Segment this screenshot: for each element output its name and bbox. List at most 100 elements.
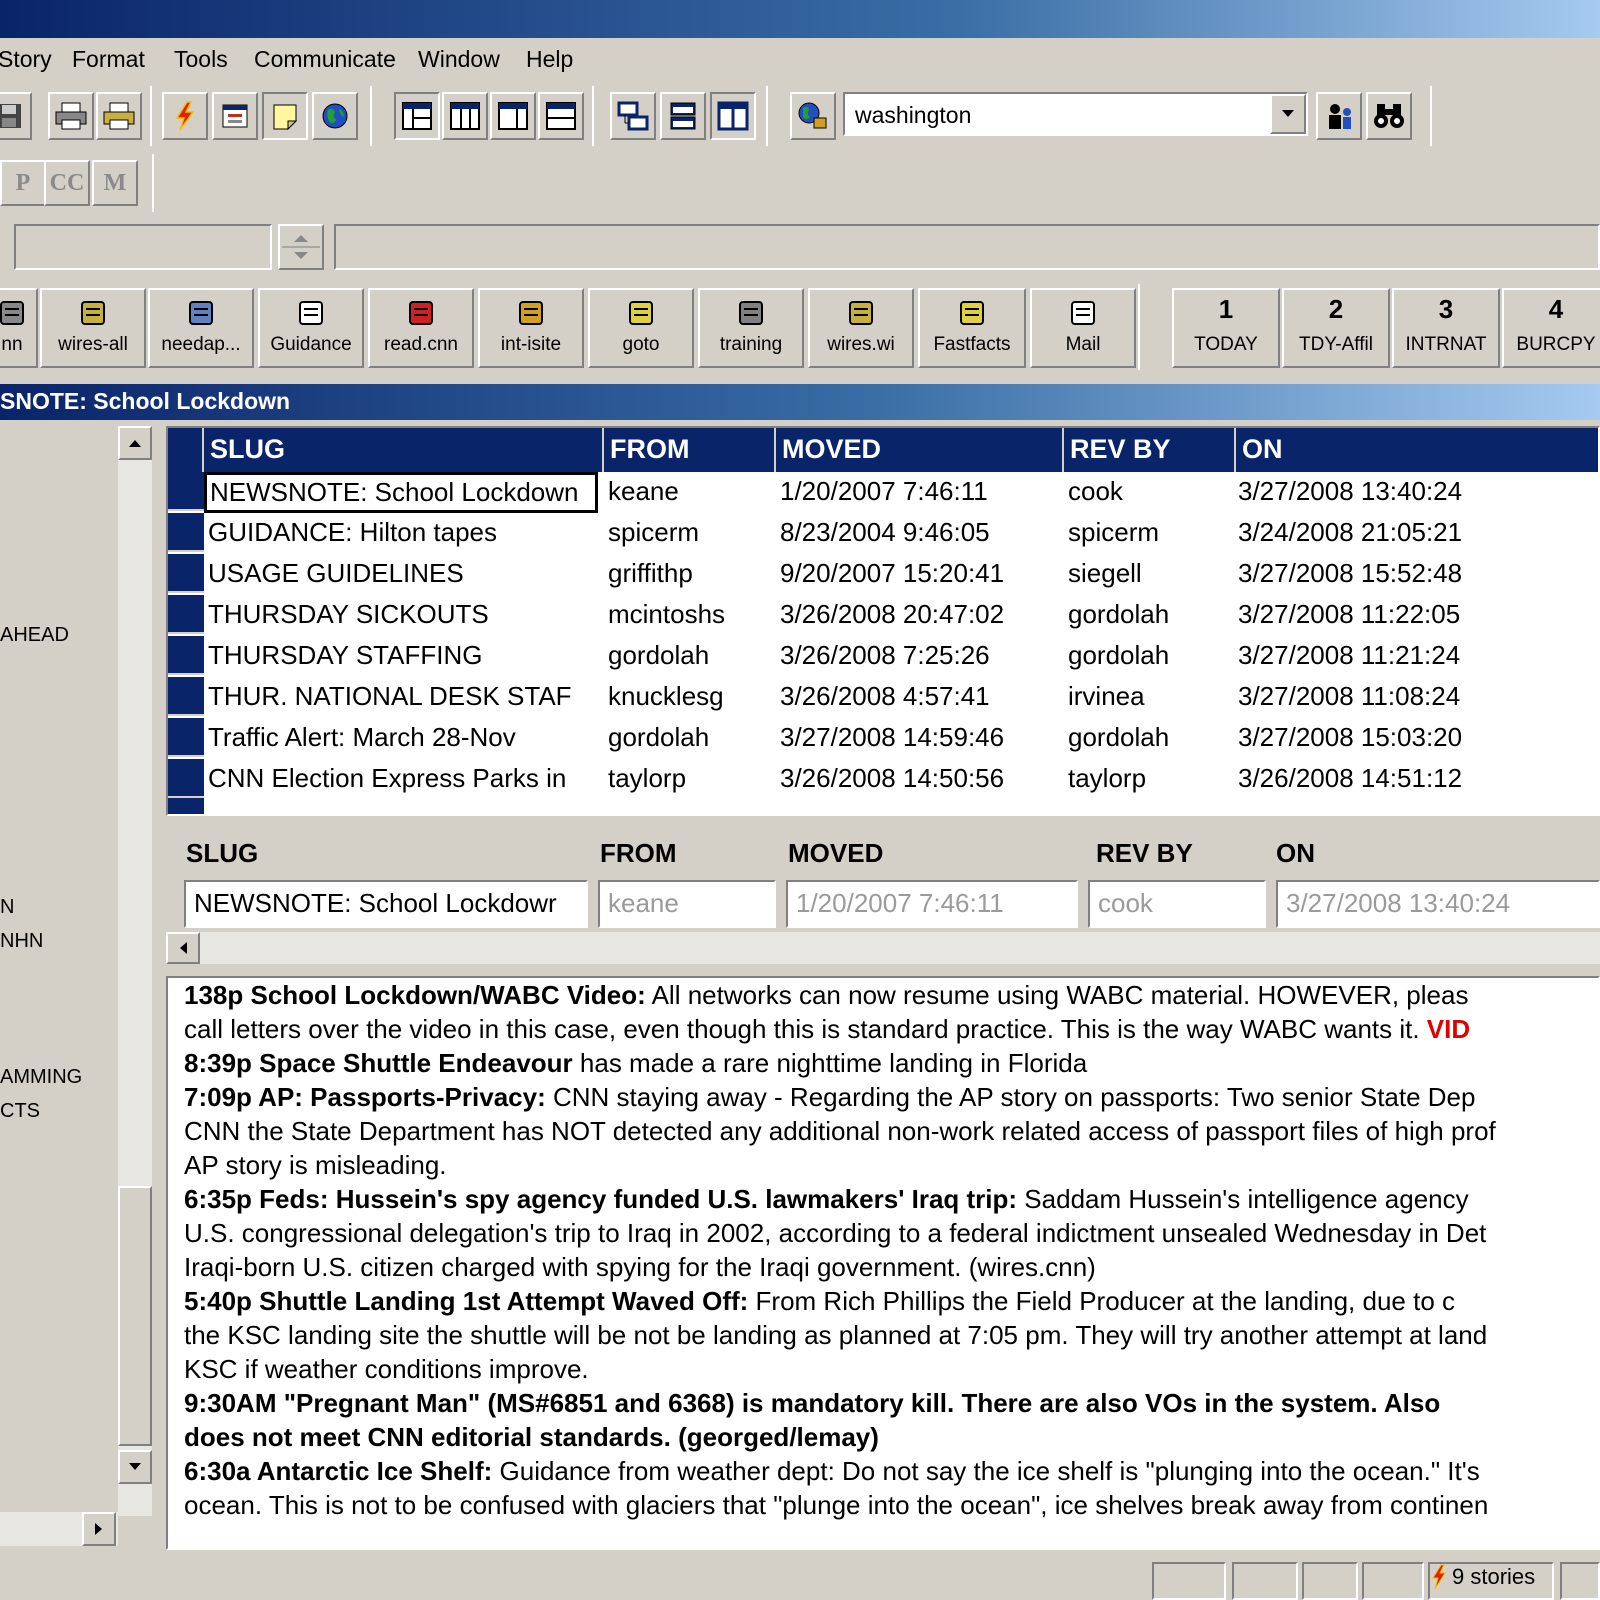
quick-button[interactable]: Guidance [258, 288, 364, 368]
table-row[interactable]: THURSDAY SICKOUTS mcintoshs 3/26/2008 20:4… [168, 595, 1598, 636]
position-field[interactable] [14, 224, 272, 270]
notes-button[interactable] [262, 92, 308, 140]
find-button[interactable] [1366, 92, 1412, 140]
find-person-button[interactable] [1316, 92, 1362, 140]
cell-moved[interactable]: 3/26/2008 4:57:41 [780, 681, 1062, 712]
menu-communicate[interactable]: Communicate [254, 46, 396, 73]
left-item-n[interactable]: N [0, 896, 14, 919]
header-from[interactable]: FROM [604, 428, 776, 472]
queue-button[interactable]: 2 TDY-Affil [1282, 288, 1390, 368]
left-scrollbar[interactable] [118, 426, 152, 1516]
cell-from[interactable]: spicerm [608, 517, 774, 548]
cell-slug[interactable]: THUR. NATIONAL DESK STAF [208, 681, 602, 712]
save-button[interactable] [0, 92, 32, 140]
cell-rev-by[interactable]: taylorp [1068, 763, 1234, 794]
quick-button[interactable]: Mail [1030, 288, 1136, 368]
row-selector[interactable] [168, 677, 204, 716]
cell-on[interactable]: 3/27/2008 13:40:24 [1238, 476, 1598, 507]
layout-2-button[interactable] [442, 92, 488, 140]
cell-rev-by[interactable]: spicerm [1068, 517, 1234, 548]
row-selector[interactable] [168, 798, 204, 814]
queue-button[interactable]: 3 INTRNAT [1392, 288, 1500, 368]
quick-button[interactable]: goto [588, 288, 694, 368]
scroll-up-button[interactable] [118, 426, 152, 460]
cell-slug[interactable]: CNN Election Express Parks in [208, 763, 602, 794]
row-selector[interactable] [168, 513, 204, 552]
cell-slug[interactable]: USAGE GUIDELINES [208, 558, 602, 589]
menu-format[interactable]: Format [72, 46, 145, 73]
position-spinner[interactable] [278, 224, 324, 270]
row-selector[interactable] [168, 759, 204, 798]
cell-on[interactable]: 3/27/2008 11:08:24 [1238, 681, 1598, 712]
cell-rev-by[interactable]: irvinea [1068, 681, 1234, 712]
tile-button[interactable] [610, 92, 656, 140]
left-item-nhn[interactable]: NHN [0, 930, 43, 953]
cell-rev-by[interactable]: gordolah [1068, 599, 1234, 630]
message-button[interactable] [212, 92, 258, 140]
cell-slug[interactable]: Traffic Alert: March 28-Nov [208, 722, 602, 753]
cell-moved[interactable]: 3/26/2008 20:47:02 [780, 599, 1062, 630]
menu-help[interactable]: Help [526, 46, 573, 73]
scroll-down-button[interactable] [118, 1450, 152, 1484]
header-moved[interactable]: MOVED [776, 428, 1064, 472]
menu-window[interactable]: Window [418, 46, 500, 73]
cell-on[interactable]: 3/27/2008 15:03:20 [1238, 722, 1598, 753]
quick-button[interactable]: wires.wi [808, 288, 914, 368]
header-slug[interactable]: SLUG [204, 428, 604, 472]
cell-rev-by[interactable]: gordolah [1068, 640, 1234, 671]
search-combobox[interactable]: washington [843, 92, 1308, 136]
scroll-thumb[interactable] [118, 1186, 152, 1446]
menu-story[interactable]: Story [0, 46, 52, 73]
quick-button[interactable]: int-isite [478, 288, 584, 368]
cell-on[interactable]: 3/27/2008 15:52:48 [1238, 558, 1598, 589]
cell-moved[interactable]: 3/27/2008 14:59:46 [780, 722, 1062, 753]
cell-slug[interactable]: NEWSNOTE: School Lockdown [204, 472, 598, 513]
table-row[interactable]: THURSDAY STAFFING gordolah 3/26/2008 7:25:… [168, 636, 1598, 677]
queue-button[interactable]: 1 TODAY [1172, 288, 1280, 368]
table-row[interactable]: THUR. NATIONAL DESK STAF knucklesg 3/26/20… [168, 677, 1598, 718]
cell-moved[interactable]: 8/23/2004 9:46:05 [780, 517, 1062, 548]
cell-from[interactable]: griffithp [608, 558, 774, 589]
table-row[interactable]: Traffic Alert: March 28-Nov gordolah 3/27/… [168, 718, 1598, 759]
print-preview-button[interactable] [96, 92, 142, 140]
search-dropdown-button[interactable] [1270, 94, 1306, 134]
quick-button[interactable]: nn [0, 288, 38, 368]
menu-tools[interactable]: Tools [174, 46, 228, 73]
row-selector[interactable] [168, 472, 204, 511]
left-item-amming[interactable]: AMMING [0, 1066, 82, 1089]
print-button[interactable] [48, 92, 94, 140]
cell-on[interactable]: 3/24/2008 21:05:21 [1238, 517, 1598, 548]
search-globe-button[interactable] [790, 92, 836, 140]
cell-from[interactable]: knucklesg [608, 681, 774, 712]
search-input[interactable]: washington [855, 102, 971, 129]
table-row[interactable]: USAGE GUIDELINES griffithp 9/20/2007 15:20… [168, 554, 1598, 595]
table-row[interactable]: GUIDANCE: Hilton tapes spicerm 8/23/2004 9… [168, 513, 1598, 554]
quick-button[interactable]: wires-all [40, 288, 146, 368]
quick-button[interactable]: Fastfacts [918, 288, 1026, 368]
mode-p-button[interactable]: P [0, 160, 46, 206]
cell-moved[interactable]: 9/20/2007 15:20:41 [780, 558, 1062, 589]
mode-m-button[interactable]: M [92, 160, 138, 206]
row-selector[interactable] [168, 595, 204, 634]
left-item-cts[interactable]: CTS [0, 1100, 40, 1123]
left-item-ahead[interactable]: AHEAD [0, 624, 69, 647]
quick-button[interactable]: read.cnn [368, 288, 474, 368]
table-row[interactable]: CNN Election Express Parks in taylorp 3/26… [168, 759, 1598, 800]
row-selector[interactable] [168, 636, 204, 675]
tile-horizontal-button[interactable] [660, 92, 706, 140]
globe-button[interactable] [312, 92, 358, 140]
header-rev-by[interactable]: REV BY [1064, 428, 1236, 472]
cell-moved[interactable]: 1/20/2007 7:46:11 [780, 476, 1062, 507]
cell-slug[interactable]: GUIDANCE: Hilton tapes [208, 517, 602, 548]
tile-vertical-button[interactable] [710, 92, 756, 140]
header-on[interactable]: ON [1236, 428, 1598, 472]
queue-button[interactable]: 4 BURCPY [1502, 288, 1600, 368]
cell-slug[interactable]: THURSDAY STAFFING [208, 640, 602, 671]
layout-3-button[interactable] [490, 92, 536, 140]
cell-from[interactable]: taylorp [608, 763, 774, 794]
cell-from[interactable]: keane [608, 476, 774, 507]
cell-on[interactable]: 3/27/2008 11:21:24 [1238, 640, 1598, 671]
cell-from[interactable]: gordolah [608, 640, 774, 671]
table-row[interactable]: NEWSNOTE: School Lockdown keane 1/20/2007 … [168, 472, 1598, 513]
detail-slug-field[interactable]: NEWSNOTE: School Lockdowr [184, 880, 588, 928]
